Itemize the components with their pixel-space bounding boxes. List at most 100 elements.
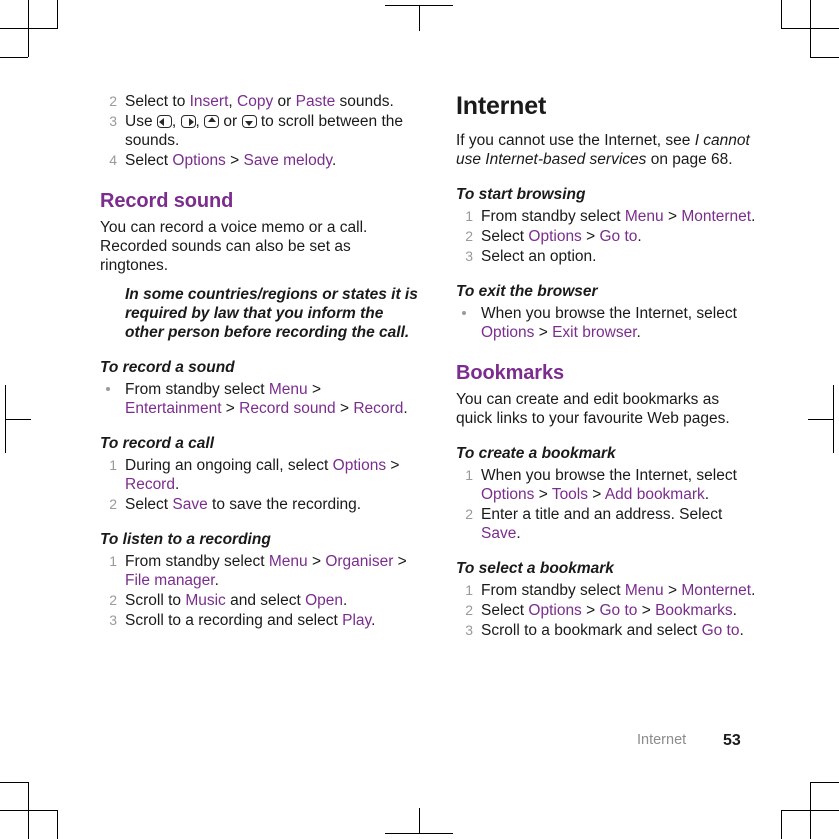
step-text: Scroll to a recording and select Play.: [125, 612, 375, 629]
body-text: During an ongoing call, select: [125, 457, 333, 474]
step-number: 3: [109, 113, 117, 129]
body-text: .: [331, 152, 337, 169]
manual-page: 2 Select to Insert, Copy or Paste sounds.…: [0, 0, 839, 839]
ui-term: Exit browser: [552, 324, 637, 341]
step-text: Enter a title and an address. Select Sav…: [481, 506, 722, 542]
body-text: >: [386, 457, 400, 474]
procedure-block: To select a bookmark 1 From standby select…: [456, 559, 756, 640]
ui-term: Save: [481, 525, 517, 542]
procedure-heading: To record a sound: [100, 359, 235, 376]
body-text: .: [751, 582, 756, 599]
body-text: If you cannot use the Internet, see: [456, 132, 695, 149]
step-text: Select Save to save the recording.: [125, 496, 361, 513]
step-text: Scroll to Music and select Open.: [125, 592, 347, 609]
numbered-step: 2 Enter a title and an address. Select Sa…: [456, 505, 756, 543]
numbered-step: 1 From standby select Menu > Monternet.: [456, 207, 756, 226]
body-text: Scroll to a recording and select: [125, 612, 343, 629]
body-text: or: [273, 93, 296, 110]
step-number: 2: [109, 592, 117, 608]
warning-note-text: In some countries/regions or states it i…: [125, 286, 418, 341]
internet-intro: If you cannot use the Internet, see I ca…: [456, 131, 756, 169]
step-text: During an ongoing call, select Options >…: [125, 457, 399, 493]
step-text: Select Options > Go to > Bookmarks.: [481, 602, 737, 619]
numbered-step: 3 Scroll to a bookmark and select Go to.: [456, 621, 756, 640]
procedure-heading: To create a bookmark: [456, 445, 616, 462]
body-text: Select to: [125, 93, 190, 110]
bullet-step: From standby select Menu > Entertainment…: [100, 380, 420, 418]
step-text: From standby select Menu > Monternet.: [481, 582, 755, 599]
ui-term: Tools: [551, 486, 588, 503]
numbered-step: 4 Select Options > Save melody.: [100, 151, 420, 170]
body-text: Scroll to: [125, 592, 186, 609]
step-text: Select to Insert, Copy or Paste sounds.: [125, 93, 394, 110]
ui-term: Open: [305, 592, 343, 609]
bullet-marker: [106, 387, 110, 391]
body-text: >: [221, 400, 240, 417]
body-text: When you browse the Internet, select: [481, 305, 737, 322]
ui-term: Options: [172, 152, 226, 169]
procedure-block: To exit the browser When you browse the I…: [456, 282, 756, 342]
body-text: .: [516, 525, 521, 542]
navigation-key-up-icon: [204, 115, 220, 128]
body-text: >: [637, 602, 656, 619]
body-text: From standby select: [481, 208, 625, 225]
procedure-heading: To record a call: [100, 435, 214, 452]
body-text: .: [214, 572, 219, 589]
step-text: When you browse the Internet, select Opt…: [481, 305, 737, 341]
section-title-record-sound: Record sound: [100, 190, 234, 212]
step-number: 2: [465, 602, 473, 618]
body-text: >: [581, 602, 600, 619]
body-text: .: [704, 486, 710, 503]
bullet-marker: [462, 311, 466, 315]
continued-step-list: 2 Select to Insert, Copy or Paste sounds.…: [100, 92, 420, 170]
numbered-step: 3 Scroll to a recording and select Play.: [100, 611, 420, 630]
procedure-block: To create a bookmark 1 When you browse the…: [456, 444, 756, 543]
left-column: 2 Select to Insert, Copy or Paste sounds.…: [100, 92, 420, 631]
step-text: From standby select Menu > Entertainment…: [125, 381, 408, 417]
step-text: Use , , or to scroll between the sounds.: [125, 113, 403, 149]
body-text: .: [403, 400, 408, 417]
numbered-step: 1 From standby select Menu > Organiser > …: [100, 552, 420, 590]
ui-term: Go to: [701, 622, 740, 639]
numbered-step: 2 Select Save to save the recording.: [100, 495, 420, 514]
navigation-key-down-icon: [241, 115, 257, 128]
body-text: Select: [481, 602, 529, 619]
step-text: Select an option.: [481, 248, 596, 265]
step-number: 2: [465, 506, 473, 522]
ui-term: Options: [481, 324, 535, 341]
body-text: Select: [125, 496, 173, 513]
step-number: 1: [465, 467, 473, 483]
body-text: >: [588, 486, 605, 503]
numbered-step: 2 Select to Insert, Copy or Paste sounds.: [100, 92, 420, 111]
navigation-key-right-icon: [180, 115, 196, 128]
ui-term: Record: [125, 476, 175, 493]
body-text: and select: [225, 592, 306, 609]
ui-term: Menu: [624, 208, 664, 225]
step-text: Select Options > Go to.: [481, 228, 642, 245]
numbered-step: 2 Scroll to Music and select Open.: [100, 591, 420, 610]
body-text: >: [335, 400, 354, 417]
body-text: to save the recording.: [207, 496, 362, 513]
step-text: From standby select Menu > Monternet.: [481, 208, 755, 225]
step-number: 4: [109, 152, 117, 168]
body-text: >: [307, 381, 321, 398]
numbered-step: 1 When you browse the Internet, select Op…: [456, 466, 756, 504]
procedure-step-list: 1 From standby select Menu > Organiser > …: [100, 552, 420, 630]
step-number: 1: [109, 457, 117, 473]
procedure-step-list: From standby select Menu > Entertainment…: [100, 380, 420, 418]
ui-term: File manager: [125, 572, 215, 589]
left-procedures: To record a sound From standby select Men…: [100, 358, 420, 630]
ui-term: Options: [528, 228, 582, 245]
body-text: Scroll to a bookmark and select: [481, 622, 702, 639]
step-number: 3: [465, 622, 473, 638]
body-text: ,: [228, 93, 238, 110]
record-sound-intro: You can record a voice memo or a call. R…: [100, 219, 368, 274]
page-title: Internet: [456, 92, 547, 120]
body-text: >: [663, 582, 682, 599]
ui-term: Menu: [624, 582, 664, 599]
body-text: ,: [171, 113, 181, 130]
step-text: Scroll to a bookmark and select Go to.: [481, 622, 744, 639]
body-text: .: [739, 622, 744, 639]
ui-term: Options: [528, 602, 582, 619]
procedure-block: To listen to a recording 1 From standby se…: [100, 530, 420, 630]
